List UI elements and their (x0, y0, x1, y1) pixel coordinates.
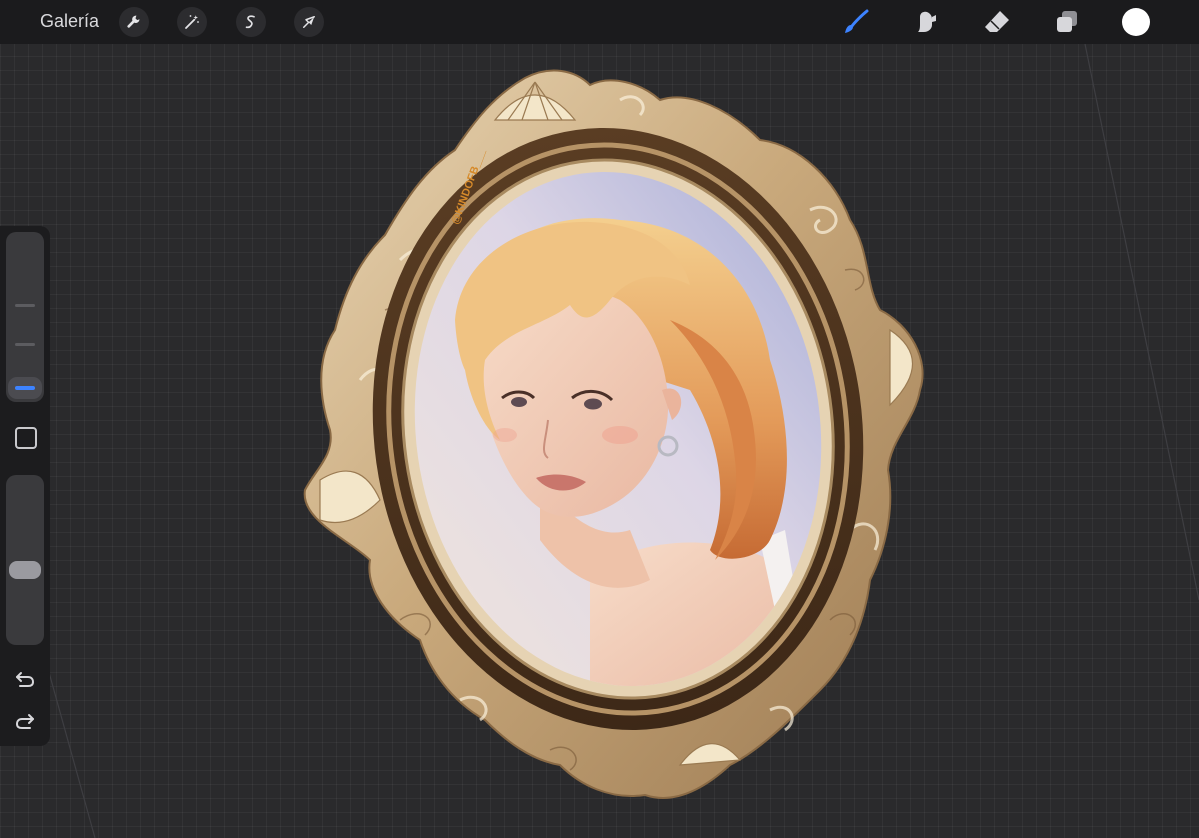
top-toolbar: Galería (0, 0, 1199, 44)
opacity-slider[interactable] (6, 475, 44, 645)
redo-icon[interactable] (13, 709, 37, 733)
gallery-button[interactable]: Galería (40, 11, 99, 32)
layers-icon[interactable] (1053, 8, 1081, 36)
smudge-icon[interactable] (912, 8, 940, 36)
undo-icon[interactable] (13, 667, 37, 691)
transform-button[interactable] (294, 7, 324, 37)
canvas-artwork[interactable]: @KINDOFB___ (290, 60, 940, 805)
brush-icon[interactable] (842, 8, 870, 36)
square-modify-icon[interactable] (15, 427, 37, 449)
brush-size-thumb[interactable] (8, 377, 42, 399)
actions-button[interactable] (119, 7, 149, 37)
slider-tick (15, 304, 35, 307)
slider-tick (15, 343, 35, 346)
adjustments-button[interactable] (177, 7, 207, 37)
selection-s-icon (245, 15, 255, 29)
opacity-thumb[interactable] (9, 561, 41, 579)
magic-wand-icon (185, 15, 199, 29)
wrench-icon (127, 15, 140, 28)
eraser-icon[interactable] (983, 8, 1011, 36)
arrow-cursor-icon (303, 16, 315, 28)
active-indicator (15, 386, 35, 390)
color-swatch[interactable] (1122, 8, 1150, 36)
selection-button[interactable] (236, 7, 266, 37)
